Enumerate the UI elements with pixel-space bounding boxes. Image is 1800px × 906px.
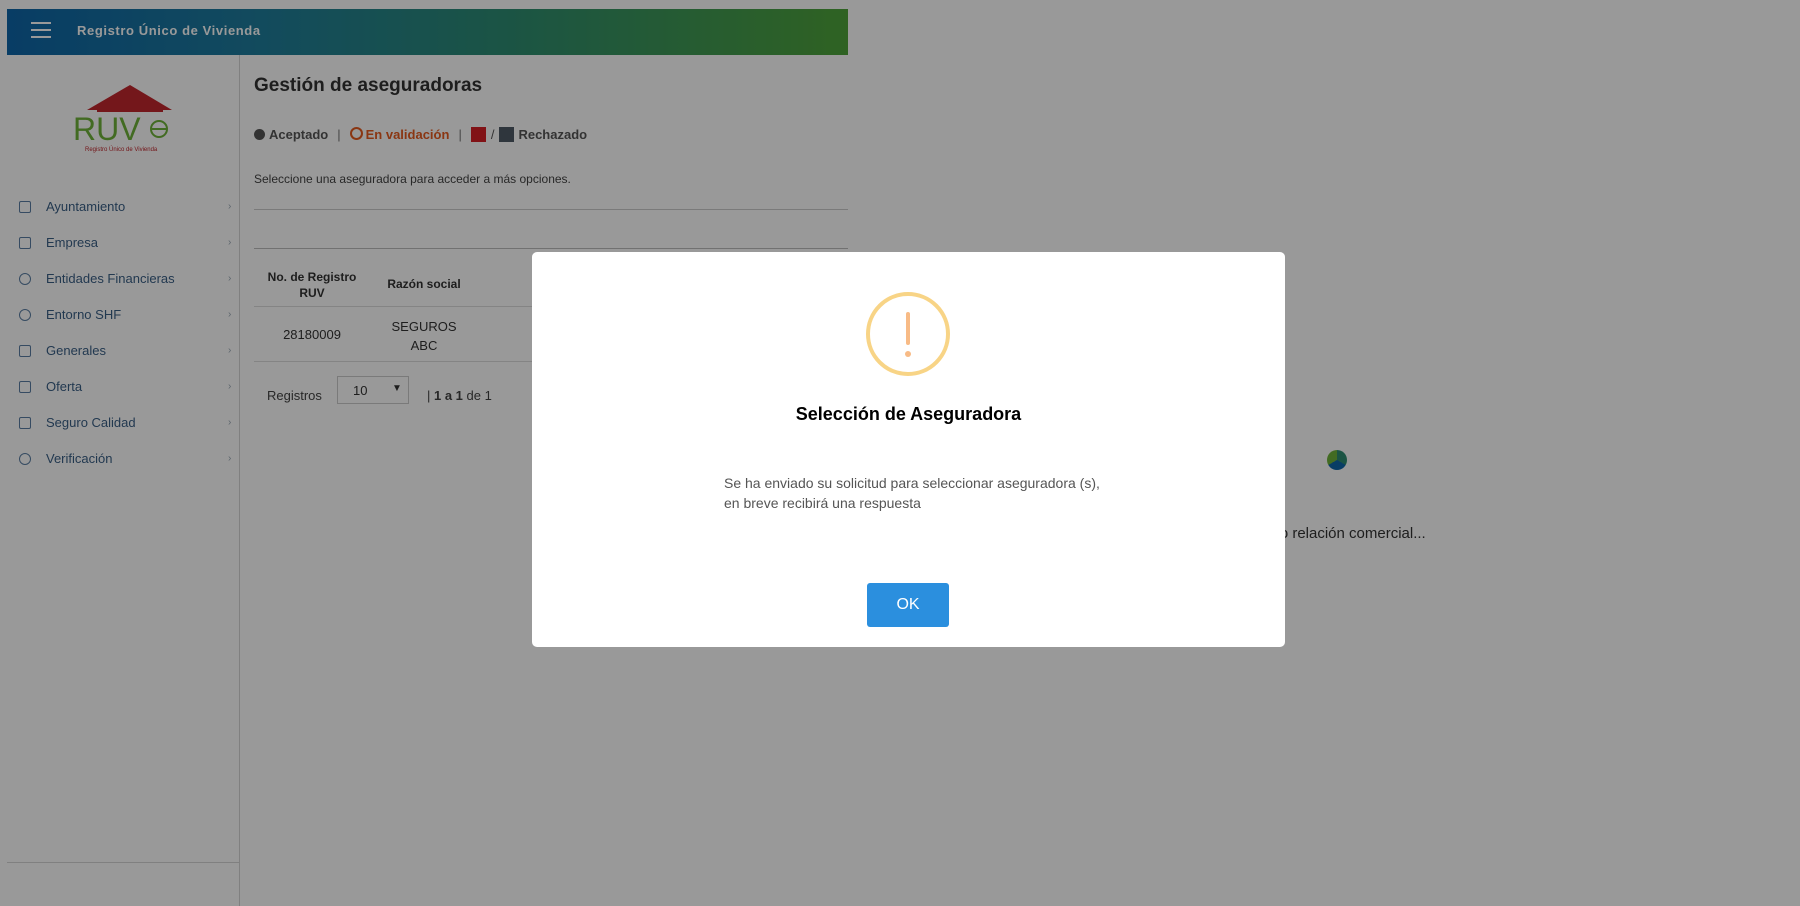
dialog-message: Se ha enviado su solicitud para seleccio… [724,475,1100,511]
alert-dialog: Selección de Aseguradora Se ha enviado s… [532,252,1285,647]
dialog-title: Selección de Aseguradora [795,404,1022,424]
ok-button[interactable]: OK [867,583,949,627]
warning-icon [866,292,950,376]
modal-overlay[interactable]: Selección de Aseguradora Se ha enviado s… [0,0,1800,906]
